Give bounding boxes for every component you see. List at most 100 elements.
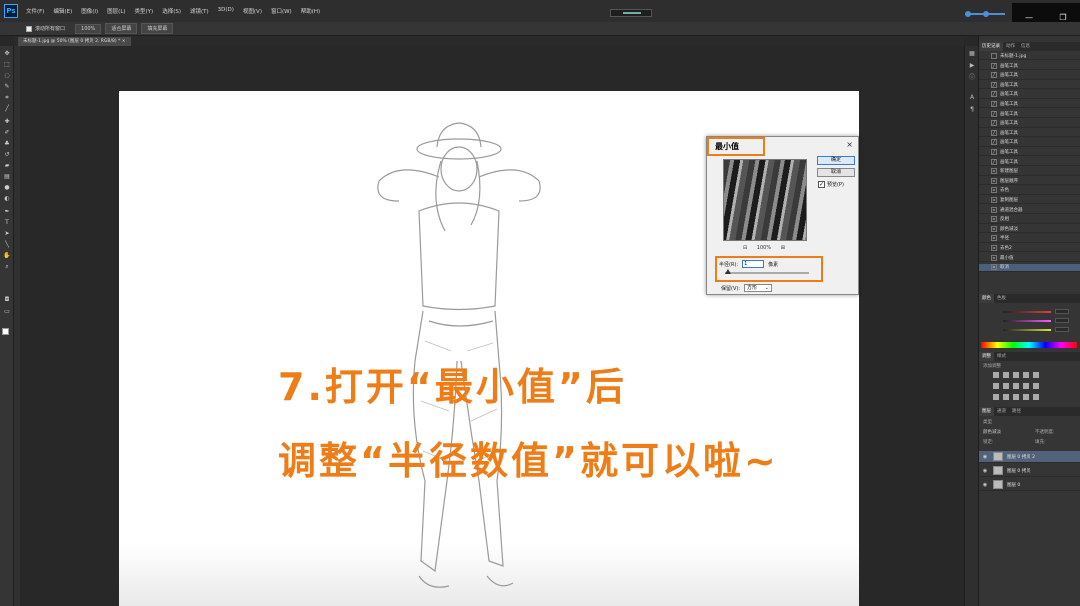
tab-history[interactable]: 历史记录 xyxy=(979,42,1003,51)
blue-value[interactable] xyxy=(1055,327,1069,332)
visibility-eye-icon[interactable]: ◉ xyxy=(981,468,989,474)
marquee-tool-icon[interactable]: ⬚ xyxy=(3,61,11,68)
cancel-button[interactable]: 取消 xyxy=(817,168,855,177)
history-item[interactable]: ╱ 画笔工具 xyxy=(979,100,1080,109)
color-spectrum[interactable] xyxy=(981,342,1077,348)
pen-tool-icon[interactable]: ✒ xyxy=(3,208,11,215)
filter-preview[interactable] xyxy=(723,159,807,241)
layer-row[interactable]: ◉ 图层 0 拷贝 2 xyxy=(979,451,1080,463)
menu-edit[interactable]: 编辑(E) xyxy=(53,7,72,15)
history-item[interactable]: ╱ 画笔工具 xyxy=(979,62,1080,70)
tab-adjustments[interactable]: 调整 xyxy=(979,352,994,361)
tab-color[interactable]: 颜色 xyxy=(979,294,994,303)
history-item[interactable]: ╱ 画笔工具 xyxy=(979,91,1080,99)
crop-tool-icon[interactable]: ⌗ xyxy=(3,94,11,101)
zoom-out-icon[interactable]: ⊟ xyxy=(743,245,747,251)
menu-view[interactable]: 视图(V) xyxy=(243,7,262,15)
history-item[interactable]: ▫ 通道混合器 xyxy=(979,206,1080,214)
green-value[interactable] xyxy=(1055,318,1069,323)
type-tool-icon[interactable]: T xyxy=(3,219,11,226)
paragraph-panel-icon[interactable]: ¶ xyxy=(968,106,976,114)
tab-swatches[interactable]: 色板 xyxy=(994,294,1009,303)
menu-layer[interactable]: 图层(L) xyxy=(107,7,125,15)
layer-row[interactable]: ◉ 图层 0 xyxy=(979,479,1080,491)
history-item[interactable]: ╱ 画笔工具 xyxy=(979,81,1080,90)
scroll-all-windows-checkbox[interactable] xyxy=(26,25,32,32)
history-brush-tool-icon[interactable]: ↺ xyxy=(3,151,11,158)
history-item[interactable]: ╱ 画笔工具 xyxy=(979,129,1080,138)
menu-3d[interactable]: 3D(D) xyxy=(218,7,234,15)
zoom-in-icon[interactable]: ⊞ xyxy=(781,245,785,251)
preview-checkbox[interactable]: ✓ xyxy=(818,181,825,188)
history-panel-icon[interactable]: ▦ xyxy=(968,50,976,58)
preserve-select[interactable]: 方形 ⌄ xyxy=(744,284,773,292)
close-icon[interactable]: × xyxy=(846,140,853,149)
history-item[interactable]: ▫ 复制图层 xyxy=(979,196,1080,205)
history-snapshot[interactable]: 未标题-1.jpg xyxy=(979,52,1080,60)
hand-tool-icon[interactable]: ✋ xyxy=(3,252,11,259)
slider-handle-icon[interactable] xyxy=(965,11,971,17)
zoom-slider[interactable] xyxy=(965,11,1005,17)
history-item[interactable]: ▫ 半径 xyxy=(979,235,1080,243)
character-panel-icon[interactable]: A xyxy=(968,94,976,102)
history-item[interactable]: ▫ 图层顺序 xyxy=(979,177,1080,186)
menu-type[interactable]: 类型(Y) xyxy=(135,7,154,15)
lasso-tool-icon[interactable]: ◌ xyxy=(3,72,11,79)
menu-help[interactable]: 帮助(H) xyxy=(301,7,320,15)
layer-row[interactable]: ◉ 图层 0 拷贝 xyxy=(979,465,1080,477)
history-item[interactable]: ╱ 画笔工具 xyxy=(979,110,1080,118)
document-tab[interactable]: 未标题-1.jpg @ 50% (图层 0 拷贝 2, RGB/8) * × xyxy=(18,37,131,46)
eyedropper-tool-icon[interactable]: ╱ xyxy=(3,105,11,112)
tab-layers[interactable]: 图层 xyxy=(979,407,994,416)
preview-checkbox-row[interactable]: ✓ 预览(P) xyxy=(818,181,844,188)
history-item[interactable]: ▫ 颜色减淡 xyxy=(979,225,1080,234)
screen-mode-icon[interactable]: ▭ xyxy=(3,308,11,315)
clone-stamp-tool-icon[interactable]: ♣ xyxy=(3,140,11,147)
menu-filter[interactable]: 滤镜(T) xyxy=(190,7,209,15)
fit-screen-button[interactable]: 适合屏幕 xyxy=(105,23,138,34)
history-item[interactable]: ╱ 画笔工具 xyxy=(979,120,1080,128)
history-item[interactable]: ╱ 画笔工具 xyxy=(979,72,1080,80)
slider-handle-icon[interactable] xyxy=(983,11,989,17)
menu-select[interactable]: 选择(S) xyxy=(162,7,181,15)
quick-mask-icon[interactable]: ◘ xyxy=(3,296,11,303)
dodge-tool-icon[interactable]: ◐ xyxy=(3,195,11,202)
actions-panel-icon[interactable]: ▶ xyxy=(968,62,976,70)
info-panel-icon[interactable]: ⓘ xyxy=(968,74,976,82)
layer-kind-filter[interactable]: 类型 xyxy=(983,419,992,425)
tab-styles[interactable]: 样式 xyxy=(994,352,1009,361)
menu-file[interactable]: 文件(F) xyxy=(26,7,44,15)
history-item[interactable]: ▫ 取消 xyxy=(979,263,1080,272)
tab-channels[interactable]: 通道 xyxy=(994,407,1009,416)
history-item[interactable]: ▫ 去色2 xyxy=(979,244,1080,253)
foreground-color-swatch[interactable] xyxy=(2,328,9,335)
blue-slider[interactable] xyxy=(1003,329,1051,331)
visibility-eye-icon[interactable]: ◉ xyxy=(981,454,989,460)
line-tool-icon[interactable]: ╲ xyxy=(3,241,11,248)
history-item[interactable]: ╱ 画笔工具 xyxy=(979,148,1080,157)
menu-image[interactable]: 图像(I) xyxy=(81,7,98,15)
history-item[interactable]: ╱ 画笔工具 xyxy=(979,158,1080,166)
tab-info[interactable]: 信息 xyxy=(1018,42,1033,51)
zoom-tool-icon[interactable]: ⌕ xyxy=(3,263,11,270)
history-item[interactable]: ╱ 画笔工具 xyxy=(979,139,1080,147)
ok-button[interactable]: 确定 xyxy=(817,156,855,165)
history-item[interactable]: ▫ 新建图层 xyxy=(979,168,1080,176)
brush-tool-icon[interactable]: ✐ xyxy=(3,129,11,136)
gradient-tool-icon[interactable]: ▤ xyxy=(3,173,11,180)
menu-window[interactable]: 窗口(W) xyxy=(271,7,292,15)
red-value[interactable] xyxy=(1055,309,1069,314)
eraser-tool-icon[interactable]: ▰ xyxy=(3,162,11,169)
move-tool-icon[interactable]: ✥ xyxy=(3,50,11,57)
history-item[interactable]: ▫ 最小值 xyxy=(979,254,1080,262)
visibility-eye-icon[interactable]: ◉ xyxy=(981,482,989,488)
green-slider[interactable] xyxy=(1003,320,1051,322)
blend-mode-select[interactable]: 颜色减淡 xyxy=(983,429,1001,435)
quick-select-tool-icon[interactable]: ✎ xyxy=(3,83,11,90)
healing-brush-tool-icon[interactable]: ✚ xyxy=(3,118,11,125)
blur-tool-icon[interactable]: ● xyxy=(3,184,11,191)
history-item[interactable]: ▫ 去色 xyxy=(979,187,1080,195)
red-slider[interactable] xyxy=(1003,311,1051,313)
workspace-switcher[interactable] xyxy=(610,9,652,17)
tab-paths[interactable]: 路径 xyxy=(1009,407,1024,416)
